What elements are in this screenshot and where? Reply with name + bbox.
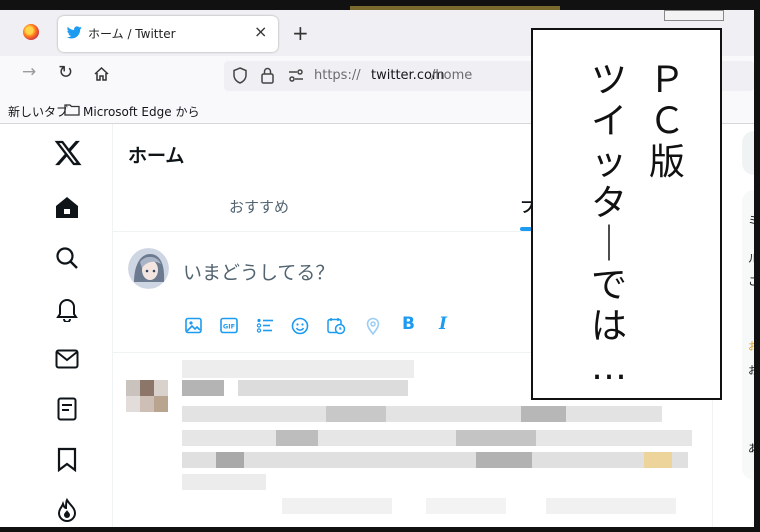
- bold-icon[interactable]: B: [402, 314, 415, 334]
- tab-recommended[interactable]: おすすめ: [229, 196, 289, 217]
- panel-border-right: [754, 0, 760, 532]
- speech-glyph: ツ: [590, 60, 627, 101]
- italic-icon[interactable]: I: [439, 314, 447, 334]
- gif-icon[interactable]: GIF: [220, 317, 238, 334]
- speech-glyph: …: [591, 347, 627, 388]
- emoji-icon[interactable]: [291, 317, 309, 335]
- forward-arrow-icon[interactable]: →: [22, 62, 36, 82]
- speech-glyph: ッ: [590, 142, 627, 183]
- column-divider: [112, 124, 113, 527]
- search-icon[interactable]: [55, 246, 79, 270]
- speech-glyph: タ: [590, 183, 627, 224]
- speech-glyph: Ｃ: [648, 101, 685, 142]
- speech-glyph: は: [590, 306, 627, 347]
- avatar[interactable]: [128, 248, 169, 289]
- poll-icon[interactable]: [256, 317, 274, 334]
- home-icon[interactable]: [54, 195, 80, 220]
- svg-text:GIF: GIF: [223, 323, 235, 331]
- page-title: ホーム: [128, 145, 185, 167]
- new-tab-icon[interactable]: +: [292, 21, 309, 45]
- messages-icon[interactable]: [55, 349, 79, 369]
- premium-icon[interactable]: [56, 498, 78, 522]
- schedule-icon[interactable]: [327, 317, 346, 335]
- speech-box: ＰＣ版 ツイッタ｜では…: [531, 28, 722, 400]
- lists-icon[interactable]: [57, 397, 77, 421]
- speech-glyph: 版: [648, 142, 685, 183]
- tab-close-icon[interactable]: ×: [254, 22, 267, 41]
- reload-icon[interactable]: ↻: [58, 62, 73, 83]
- x-logo-icon[interactable]: [53, 138, 83, 168]
- location-icon[interactable]: [366, 317, 380, 335]
- panel-border-bottom: [0, 527, 760, 532]
- folder-icon: [64, 104, 80, 116]
- tab-title: ホーム / Twitter: [88, 27, 176, 41]
- compose-input[interactable]: いまどうしてる？: [183, 258, 334, 285]
- bookmarks-icon[interactable]: [57, 447, 77, 472]
- window-control[interactable]: [664, 10, 724, 21]
- browser-tab[interactable]: ホーム / Twitter ×: [58, 16, 278, 52]
- firefox-icon[interactable]: [23, 24, 39, 40]
- shield-icon[interactable]: [233, 67, 247, 84]
- url-path: /home: [431, 68, 473, 83]
- speech-glyph: Ｐ: [648, 60, 685, 101]
- bookmark-folder-edge[interactable]: Microsoft Edge から: [83, 103, 199, 120]
- search-box[interactable]: [742, 131, 754, 175]
- speech-glyph: イ: [590, 101, 627, 142]
- speech-glyph: で: [590, 265, 627, 306]
- twitter-bird-icon: [67, 26, 82, 39]
- bookmark-new-tab[interactable]: 新しいタブ: [8, 103, 68, 120]
- speech-glyph: ｜: [590, 224, 627, 265]
- permissions-icon[interactable]: [288, 69, 304, 82]
- trends-panel: [742, 190, 754, 480]
- home-button-icon[interactable]: [93, 66, 110, 82]
- notifications-icon[interactable]: [55, 296, 79, 322]
- speech-line-2: ツイッタ｜では…: [587, 60, 631, 388]
- url-protocol: https://: [314, 68, 361, 83]
- lock-icon[interactable]: [261, 67, 274, 84]
- speech-line-1: ＰＣ版: [645, 60, 689, 183]
- image-icon[interactable]: [185, 317, 202, 334]
